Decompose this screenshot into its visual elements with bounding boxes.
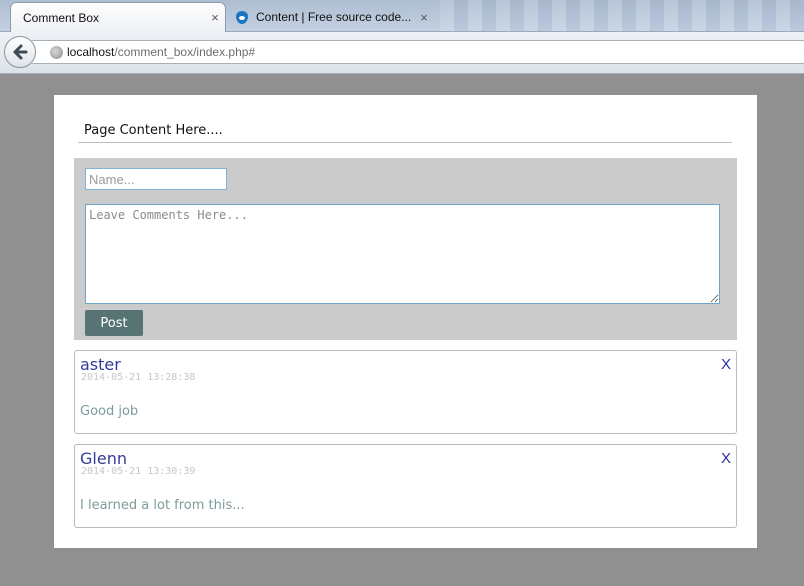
comment-textarea[interactable] [85, 204, 720, 304]
page-container: Page Content Here.... Post aster 2014-05… [54, 95, 757, 548]
close-icon[interactable]: × [205, 10, 225, 25]
comment-date: 2014-05-21 13:30:39 [81, 466, 196, 477]
name-input[interactable] [85, 168, 227, 190]
back-arrow-icon [13, 44, 28, 60]
tab-title: Comment Box [23, 10, 100, 25]
tab-strip-background [440, 0, 804, 31]
comment-card: Glenn 2014-05-21 13:30:39 X I learned a … [74, 444, 737, 528]
page-content-heading: Page Content Here.... [78, 123, 732, 143]
delete-comment-button[interactable]: X [721, 450, 731, 467]
tab-content[interactable]: Content | Free source code... × [228, 2, 434, 32]
post-button[interactable]: Post [85, 310, 143, 336]
tab-title: Content | Free source code... [256, 10, 412, 24]
drupal-icon [234, 9, 250, 25]
comment-date: 2014-05-21 13:28:38 [81, 372, 196, 383]
comment-form: Post [74, 158, 737, 340]
back-button[interactable] [4, 36, 36, 68]
globe-icon [50, 45, 63, 59]
tab-comment-box[interactable]: Comment Box × [10, 2, 226, 32]
browser-tab-strip: Comment Box × Content | Free source code… [0, 0, 804, 32]
comment-body: I learned a lot from this... [80, 498, 245, 513]
close-icon[interactable]: × [414, 10, 434, 25]
url-host: localhost [67, 45, 115, 59]
url-path: /comment_box/index.php# [114, 45, 256, 59]
delete-comment-button[interactable]: X [721, 356, 731, 373]
comment-card: aster 2014-05-21 13:28:38 X Good job [74, 350, 737, 434]
address-bar[interactable]: localhost/comment_box/index.php# [32, 40, 804, 64]
comment-body: Good job [80, 404, 139, 419]
navigation-bar: localhost/comment_box/index.php# [0, 32, 804, 74]
